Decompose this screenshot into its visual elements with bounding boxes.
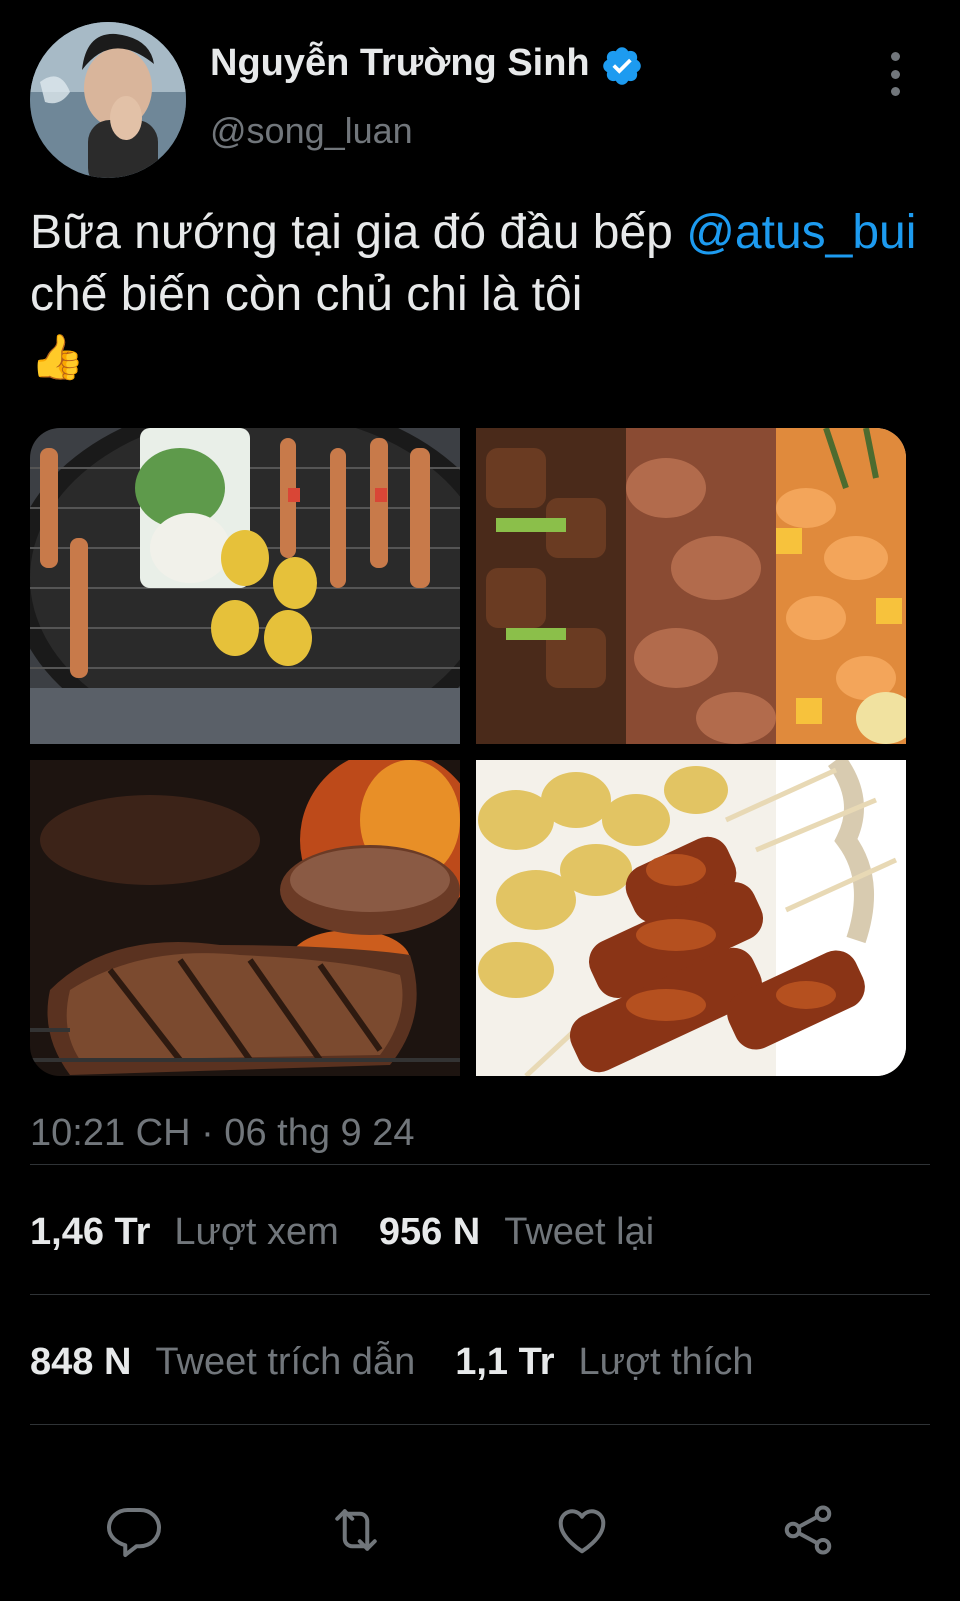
tweet-text-part-1: Bữa nướng tại gia đó đầu bếp bbox=[30, 206, 687, 259]
likes-count[interactable]: 1,1 Tr bbox=[455, 1341, 554, 1384]
reply-icon[interactable] bbox=[104, 1500, 164, 1560]
divider bbox=[30, 1294, 930, 1295]
retweets-count[interactable]: 956 N bbox=[379, 1211, 480, 1254]
retweets-label[interactable]: Tweet lại bbox=[504, 1211, 654, 1254]
chicken-skewers-potatoes-photo[interactable] bbox=[476, 760, 906, 1076]
chicken-shrimp-skewers-photo[interactable] bbox=[476, 428, 906, 744]
author-handle[interactable]: @song_luan bbox=[210, 110, 413, 152]
stats-row-2: 848 N Tweet trích dẫn 1,1 Tr Lượt thích bbox=[30, 1332, 794, 1392]
avatar[interactable] bbox=[30, 22, 186, 178]
divider bbox=[30, 1164, 930, 1165]
thumbs-up-emoji-icon: 👍 bbox=[30, 333, 85, 382]
like-icon[interactable] bbox=[552, 1500, 612, 1560]
author-display-name[interactable]: Nguyễn Trường Sinh bbox=[210, 42, 590, 85]
tweet-text: Bữa nướng tại gia đó đầu bếp @atus_bui c… bbox=[30, 202, 930, 389]
grill-skewers-corn-photo[interactable] bbox=[30, 428, 460, 744]
stats-row-1: 1,46 Tr Lượt xem 956 N Tweet lại bbox=[30, 1202, 694, 1262]
divider bbox=[30, 1424, 930, 1425]
tweet-text-part-2: chế biến còn chủ chi là tôi bbox=[30, 268, 583, 321]
retweet-icon[interactable] bbox=[326, 1500, 386, 1560]
more-options-icon[interactable] bbox=[880, 52, 910, 96]
share-icon[interactable] bbox=[778, 1500, 838, 1560]
quotes-count[interactable]: 848 N bbox=[30, 1341, 131, 1384]
mention-link[interactable]: @atus_bui bbox=[686, 206, 916, 259]
tweet-detail-view: Nguyễn Trường Sinh @song_luan Bữa nướng … bbox=[0, 0, 960, 1601]
steak-on-fire-grill-photo[interactable] bbox=[30, 760, 460, 1076]
views-count: 1,46 Tr bbox=[30, 1210, 151, 1253]
views-label: Lượt xem bbox=[174, 1210, 339, 1253]
avatar-portrait-image bbox=[30, 22, 186, 178]
media-grid bbox=[30, 428, 906, 1076]
quotes-label[interactable]: Tweet trích dẫn bbox=[155, 1341, 415, 1384]
tweet-timestamp[interactable]: 10:21 CH · 06 thg 9 24 bbox=[30, 1112, 414, 1155]
verified-badge-icon bbox=[600, 44, 644, 88]
likes-label[interactable]: Lượt thích bbox=[579, 1341, 754, 1384]
